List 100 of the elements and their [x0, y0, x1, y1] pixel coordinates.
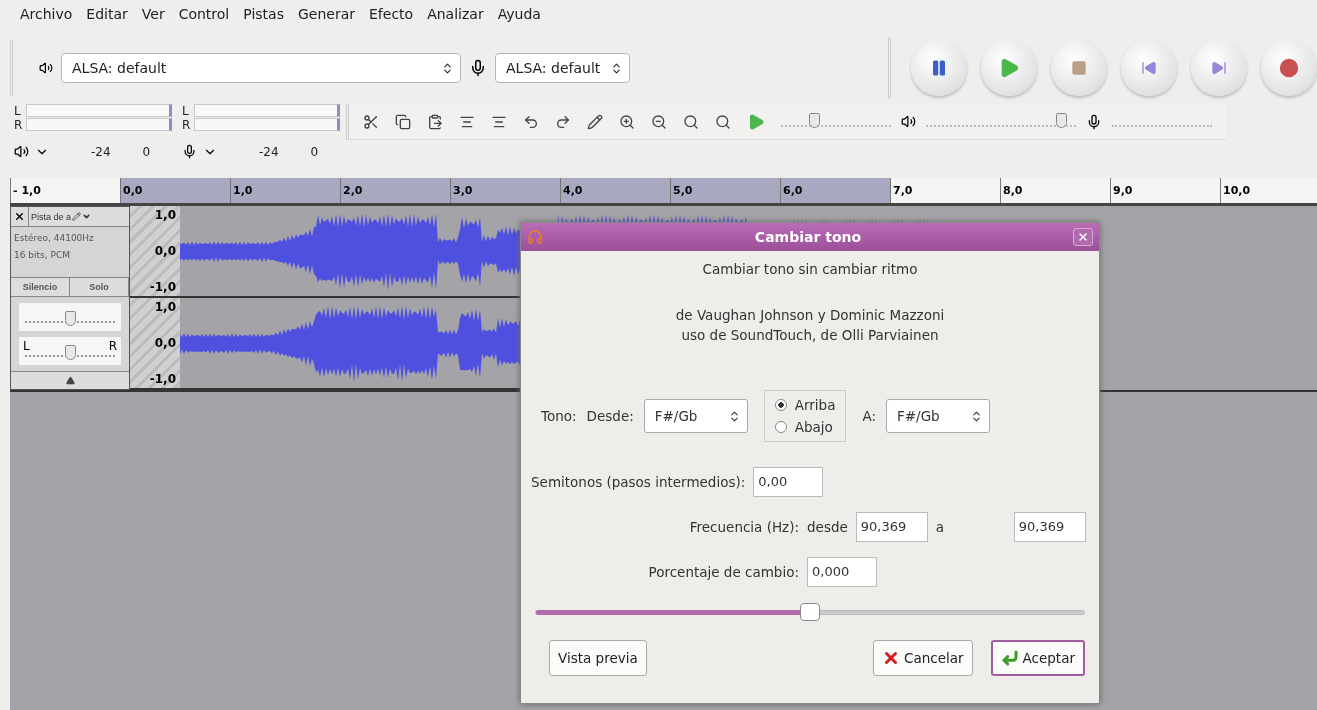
close-icon: [1077, 231, 1089, 243]
play-speed-slider[interactable]: [781, 116, 891, 127]
skip-back-icon: [1141, 60, 1157, 76]
menu-item[interactable]: Ayuda: [497, 6, 541, 38]
stop-icon: [1071, 60, 1087, 76]
ruler-label: 0,0: [123, 184, 143, 197]
channel-label: L: [14, 104, 22, 118]
updown-icon: [970, 409, 983, 423]
track-button[interactable]: Silencio: [11, 278, 70, 296]
ruler-label: 2,0: [343, 184, 363, 197]
track-info: 16 bits, PCM: [14, 249, 71, 262]
channel-label: R: [14, 118, 24, 132]
meter-scale-label: -24: [91, 144, 111, 159]
amplitude-label: 1,0: [154, 300, 176, 314]
amplitude-label: -1,0: [149, 372, 176, 386]
menu-item[interactable]: Control: [178, 6, 230, 38]
cut-icon[interactable]: [363, 113, 379, 130]
amplitude-label: 0,0: [154, 336, 176, 350]
ruler-label: 5,0: [673, 184, 693, 197]
gain-slider[interactable]: [19, 303, 121, 331]
track-button[interactable]: Solo: [70, 278, 129, 296]
preview-button[interactable]: Vista previa: [549, 640, 647, 676]
dialog-heading: Cambiar tono sin cambiar ritmo: [702, 261, 918, 277]
pause-icon: [930, 59, 948, 77]
amplitude-label: -1,0: [149, 280, 176, 294]
ok-button[interactable]: Aceptar: [990, 640, 1085, 676]
to-label: A:: [862, 408, 876, 424]
frequency-to-field[interactable]: 90,369: [1013, 511, 1086, 542]
ruler-label: - 1,0: [13, 184, 41, 197]
close-icon: [14, 211, 25, 222]
meter-scale-label: -24: [259, 144, 279, 159]
track-name-menu[interactable]: Pista de a: [29, 207, 129, 226]
meter-scale-label: 0: [142, 144, 151, 159]
ruler-label: 9,0: [1113, 184, 1133, 197]
track-info: Estéreo, 44100Hz: [14, 232, 95, 245]
updown-icon: [610, 61, 623, 75]
cross-icon: [882, 649, 900, 667]
semitones-field[interactable]: 0,00: [753, 466, 824, 497]
menu-item[interactable]: Generar: [297, 6, 355, 38]
zoom-in-icon[interactable]: [619, 113, 635, 130]
speaker-icon[interactable]: [14, 144, 29, 159]
ruler-label: 8,0: [1003, 184, 1023, 197]
menu-item[interactable]: Ver: [141, 6, 165, 38]
ruler-label: 1,0: [233, 184, 253, 197]
from-label: Desde:: [586, 408, 634, 424]
credits-text: de Vaughan Johnson y Dominic Mazzoni: [675, 306, 945, 325]
menu-item[interactable]: Archivo: [20, 6, 73, 38]
amplitude-label: 1,0: [154, 208, 176, 222]
redo-icon[interactable]: [555, 113, 571, 130]
close-track-button[interactable]: [11, 207, 29, 226]
pitch-label: Tono:: [541, 408, 577, 424]
from-label: desde: [807, 518, 848, 535]
ruler-label: 6,0: [783, 184, 803, 197]
paste-icon[interactable]: [427, 113, 443, 130]
semitones-label: Semitonos (pasos intermedios):: [531, 473, 746, 490]
direction-radio[interactable]: Abajo: [774, 419, 836, 435]
cancel-button[interactable]: Cancelar: [873, 640, 973, 676]
to-label: a: [935, 518, 946, 535]
frequency-from-field[interactable]: 90,369: [855, 511, 928, 542]
microphone-icon[interactable]: [182, 144, 197, 159]
menu-item[interactable]: Editar: [86, 6, 128, 38]
undo-icon[interactable]: [523, 113, 539, 130]
percent-label: Porcentaje de cambio:: [647, 563, 799, 580]
close-button[interactable]: [1073, 228, 1093, 246]
ruler-label: 4,0: [563, 184, 583, 197]
menu-item[interactable]: Analizar: [427, 6, 484, 38]
speaker-icon: [901, 114, 916, 129]
percent-field[interactable]: 0,000: [807, 556, 877, 587]
return-arrow-icon: [1000, 649, 1019, 667]
menu-item[interactable]: Pistas: [243, 6, 284, 38]
record-button[interactable]: [1261, 40, 1317, 96]
dropdown-icon: [82, 212, 92, 221]
record-icon: [1279, 58, 1299, 78]
microphone-icon: [469, 59, 487, 77]
pause-button[interactable]: [911, 40, 967, 96]
percent-slider[interactable]: [535, 604, 1085, 620]
ruler-label: 7,0: [893, 184, 913, 197]
updown-icon: [441, 61, 454, 75]
microphone-icon: [1086, 113, 1102, 130]
dialog-title: Cambiar tono: [753, 229, 863, 245]
skip-forward-icon: [1211, 60, 1227, 76]
copy-icon[interactable]: [395, 113, 411, 130]
direction-radio[interactable]: Arriba: [774, 397, 836, 413]
triangle-icon: [65, 376, 75, 385]
collapse-button[interactable]: [11, 371, 129, 389]
from-pitch-select[interactable]: F#/Gb: [643, 399, 748, 433]
channel-label: L: [182, 104, 190, 118]
recording-device-select[interactable]: ALSA: default: [495, 53, 630, 83]
playback-volume-slider[interactable]: [926, 116, 1076, 127]
meter-scale-label: 0: [310, 144, 319, 159]
playback-device-select[interactable]: ALSA: default: [61, 53, 461, 83]
skip-to-start-button[interactable]: [1121, 40, 1177, 96]
pencil-icon[interactable]: [587, 113, 603, 130]
to-pitch-select[interactable]: F#/Gb: [886, 399, 990, 433]
ruler-label: 3,0: [453, 184, 473, 197]
zoom-out-icon[interactable]: [651, 113, 667, 130]
skip-to-end-button[interactable]: [1191, 40, 1247, 96]
pan-slider[interactable]: L R: [19, 337, 121, 365]
frequency-label: Frecuencia (Hz):: [688, 518, 799, 535]
menu-item[interactable]: Efecto: [369, 6, 414, 38]
